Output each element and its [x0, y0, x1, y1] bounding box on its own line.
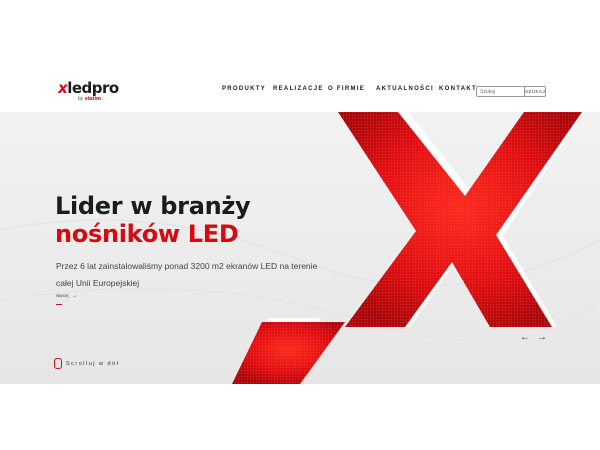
carousel-next-icon[interactable]: →	[537, 333, 547, 343]
carousel-prev-icon[interactable]: ←	[520, 333, 530, 343]
arrow-right-icon: →	[71, 293, 78, 299]
more-link-label: więcej	[56, 293, 69, 298]
logo-byline: by statim	[78, 96, 101, 102]
nav-item-produkty[interactable]: PRODUKTY	[222, 86, 266, 92]
logo-name: ledpro	[67, 79, 119, 97]
hero-title-line2: nośników LED	[55, 220, 239, 248]
header: xledpro by statim PRODUKTY REALIZACJE O …	[0, 0, 600, 112]
brand-logo[interactable]: xledpro by statim	[58, 80, 119, 104]
hero-x-graphic	[0, 112, 600, 384]
hero-title: Lider w branży nośników LED	[55, 192, 251, 248]
nav-item-aktualnosci[interactable]: AKTUALNOŚCI	[376, 86, 434, 92]
logo-by-text: by	[78, 96, 84, 102]
nav-item-o-firmie[interactable]: O FIRMIE	[328, 86, 365, 92]
scroll-label: Scrolluj w dół	[66, 361, 120, 367]
hero-banner: ← →	[0, 112, 600, 384]
hero-title-line1: Lider w branży	[55, 192, 251, 220]
hero-description: Przez 6 lat zainstalowaliśmy ponad 3200 …	[56, 261, 318, 288]
nav-item-realizacje[interactable]: REALIZACJE	[273, 86, 324, 92]
more-underline	[56, 304, 62, 305]
logo-wordmark: xledpro	[58, 80, 119, 96]
mouse-icon	[54, 358, 62, 369]
nav-item-kontakt[interactable]: KONTAKT	[439, 86, 477, 92]
logo-x: x	[58, 79, 68, 97]
more-link[interactable]: więcej →	[56, 293, 78, 299]
search-button[interactable]: SZUKAJ	[524, 86, 546, 97]
search-input[interactable]	[476, 86, 528, 97]
logo-company: statim	[84, 96, 101, 102]
